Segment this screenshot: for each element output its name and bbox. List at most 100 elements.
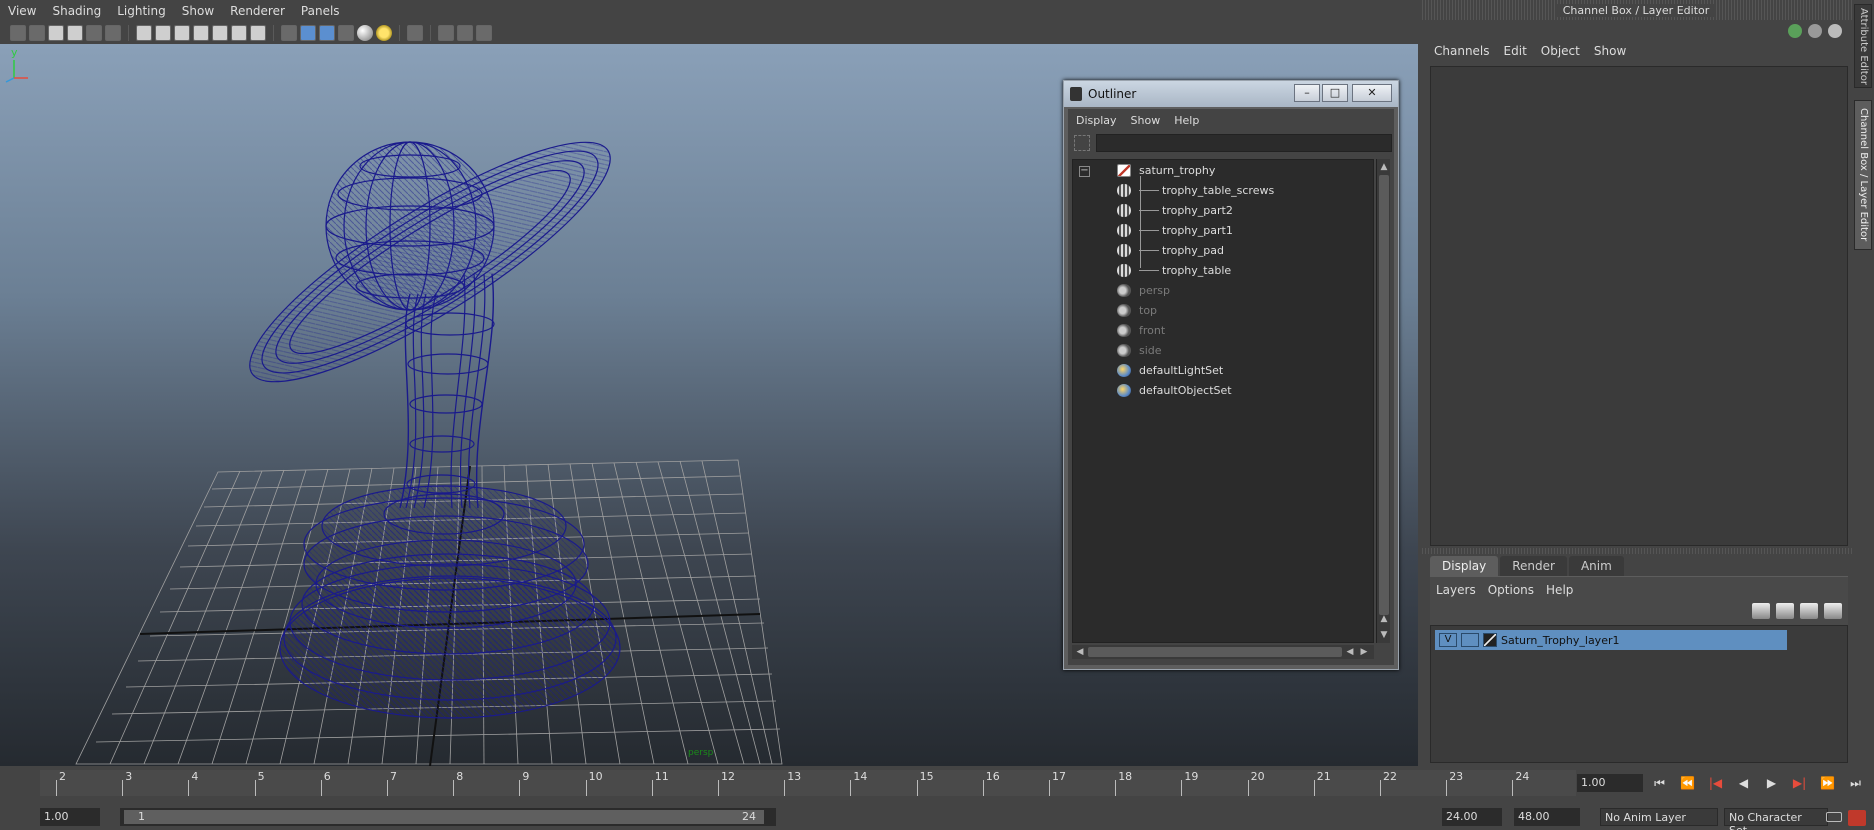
play-backwards-button[interactable]: ◀ (1734, 774, 1753, 792)
tree-item-front[interactable]: front (1117, 320, 1165, 340)
scroll-left-arrow-icon[interactable]: ◀ (1074, 646, 1086, 658)
outliner-menu-help[interactable]: Help (1174, 114, 1199, 127)
layer-row[interactable]: V Saturn_Trophy_layer1 (1435, 630, 1787, 650)
channel-box-menu-edit[interactable]: Edit (1504, 44, 1527, 58)
shadows-icon[interactable] (376, 25, 392, 41)
safe-action-icon[interactable] (231, 25, 247, 41)
key-icon[interactable] (1826, 812, 1842, 822)
tree-item-trophy-part1[interactable]: trophy_part1 (1117, 220, 1233, 240)
current-time-field[interactable]: 1.00 (1577, 774, 1643, 792)
layer-menu-layers[interactable]: Layers (1436, 583, 1476, 597)
scroll-down-arrow-icon[interactable]: ▼ (1378, 629, 1390, 641)
textured-icon[interactable] (338, 25, 354, 41)
channel-box-menu-channels[interactable]: Channels (1434, 44, 1490, 58)
menu-view[interactable]: View (8, 4, 36, 18)
safe-title-icon[interactable] (250, 25, 266, 41)
select-camera-icon[interactable] (10, 25, 26, 41)
outliner-menu-display[interactable]: Display (1076, 114, 1117, 127)
bookmark-icon[interactable] (48, 25, 64, 41)
channel-box-menu-object[interactable]: Object (1541, 44, 1580, 58)
scroll-right-arrow-icon[interactable]: ▶ (1358, 646, 1370, 658)
tab-render[interactable]: Render (1500, 556, 1567, 576)
outliner-horizontal-scrollbar[interactable]: ◀ ◀ ▶ (1072, 645, 1374, 659)
move-layer-down-icon[interactable] (1776, 603, 1794, 619)
playback-end-field[interactable]: 48.00 (1514, 808, 1580, 826)
menu-shading[interactable]: Shading (52, 4, 101, 18)
tab-display[interactable]: Display (1430, 556, 1499, 576)
menu-panels[interactable]: Panels (301, 4, 340, 18)
go-to-start-button[interactable]: ⏮ (1650, 774, 1669, 792)
animation-preferences-icon[interactable] (1848, 810, 1866, 826)
start-time-field[interactable]: 1.00 (40, 808, 100, 826)
collapse-toggle[interactable]: − (1079, 166, 1090, 177)
share-icon[interactable] (476, 25, 492, 41)
quick-select-icon[interactable] (1828, 24, 1842, 38)
channel-box-menu-show[interactable]: Show (1594, 44, 1626, 58)
channel-box-area[interactable] (1430, 66, 1848, 546)
menu-show[interactable]: Show (182, 4, 214, 18)
side-tab-attribute-editor[interactable]: Attribute Editor (1854, 4, 1872, 88)
menu-renderer[interactable]: Renderer (230, 4, 285, 18)
grid-icon[interactable] (136, 25, 152, 41)
tree-item-trophy-pad[interactable]: trophy_pad (1117, 240, 1224, 260)
tree-item-trophy-table[interactable]: trophy_table (1117, 260, 1231, 280)
layer-visibility-toggle[interactable]: V (1439, 633, 1457, 647)
time-ticks[interactable]: 2 3 4 5 6 7 8 9 10 11 12 13 14 15 16 17 18 19 20 21 22 23 24 (40, 770, 1576, 796)
tree-item-default-light-set[interactable]: defaultLightSet (1117, 360, 1223, 380)
two-d-pan-icon[interactable] (86, 25, 102, 41)
tree-item-trophy-part2[interactable]: trophy_part2 (1117, 200, 1233, 220)
range-slider[interactable]: 1 24 (120, 808, 776, 826)
close-button[interactable]: ✕ (1352, 84, 1392, 102)
camera-attributes-icon[interactable] (29, 25, 45, 41)
move-layer-up-icon[interactable] (1752, 603, 1770, 619)
wireframe-icon[interactable] (281, 25, 297, 41)
layer-list[interactable]: V Saturn_Trophy_layer1 (1430, 625, 1848, 763)
tree-item-trophy-table-screws[interactable]: trophy_table_screws (1117, 180, 1274, 200)
gate-mask-icon[interactable] (193, 25, 209, 41)
anim-layer-dropdown[interactable]: No Anim Layer (1600, 808, 1718, 826)
tree-item-side[interactable]: side (1117, 340, 1162, 360)
grease-pencil-icon[interactable] (105, 25, 121, 41)
layer-menu-help[interactable]: Help (1546, 583, 1573, 597)
side-tab-channel-box[interactable]: Channel Box / Layer Editor (1854, 100, 1872, 250)
step-back-key-button[interactable]: ⏪ (1678, 774, 1697, 792)
menu-lighting[interactable]: Lighting (117, 4, 166, 18)
panel-splitter[interactable] (1420, 548, 1852, 554)
wireframe-on-shaded-icon[interactable] (319, 25, 335, 41)
film-gate-icon[interactable] (155, 25, 171, 41)
character-set-dropdown[interactable]: No Character Set (1724, 808, 1828, 830)
create-layer-from-selection-icon[interactable] (1824, 603, 1842, 619)
outliner-menu-show[interactable]: Show (1131, 114, 1161, 127)
outliner-titlebar[interactable]: Outliner – □ ✕ (1064, 81, 1398, 107)
step-back-frame-button[interactable]: |◀ (1706, 774, 1725, 792)
maximize-button[interactable]: □ (1322, 84, 1348, 102)
tab-anim[interactable]: Anim (1568, 556, 1624, 576)
toggle-display-icon[interactable] (1808, 24, 1822, 38)
step-forward-key-button[interactable]: ⏩ (1818, 774, 1837, 792)
scroll-up-arrow-icon[interactable]: ▲ (1378, 613, 1390, 625)
range-slider-thumb[interactable] (124, 810, 764, 824)
image-plane-icon[interactable] (67, 25, 83, 41)
isolate-select-icon[interactable] (407, 25, 423, 41)
scroll-thumb[interactable] (1379, 175, 1389, 615)
use-all-lights-icon[interactable] (357, 25, 373, 41)
scroll-thumb[interactable] (1088, 647, 1342, 657)
layer-color-swatch-icon[interactable] (1483, 633, 1497, 647)
end-time-field[interactable]: 24.00 (1442, 808, 1502, 826)
minimize-button[interactable]: – (1294, 84, 1320, 102)
layer-menu-options[interactable]: Options (1488, 583, 1534, 597)
layer-display-type-toggle[interactable] (1461, 633, 1479, 647)
filter-icon[interactable] (1074, 135, 1090, 151)
field-chart-icon[interactable] (212, 25, 228, 41)
tree-item-persp[interactable]: persp (1117, 280, 1170, 300)
outliner-window[interactable]: Outliner – □ ✕ Display Show Help − satur… (1063, 80, 1399, 670)
time-slider[interactable]: 2 3 4 5 6 7 8 9 10 11 12 13 14 15 16 17 18 19 20 21 22 23 24 1… (0, 766, 1874, 800)
xray-icon[interactable] (438, 25, 454, 41)
outliner-tree[interactable]: − saturn_trophy trophy_table_screws trop… (1072, 159, 1374, 643)
create-empty-layer-icon[interactable] (1800, 603, 1818, 619)
tree-item-saturn-trophy[interactable]: saturn_trophy (1117, 160, 1215, 180)
outliner-search-input[interactable] (1096, 134, 1392, 152)
scroll-left-arrow-icon[interactable]: ◀ (1344, 646, 1356, 658)
xray-joints-icon[interactable] (457, 25, 473, 41)
resolution-gate-icon[interactable] (174, 25, 190, 41)
